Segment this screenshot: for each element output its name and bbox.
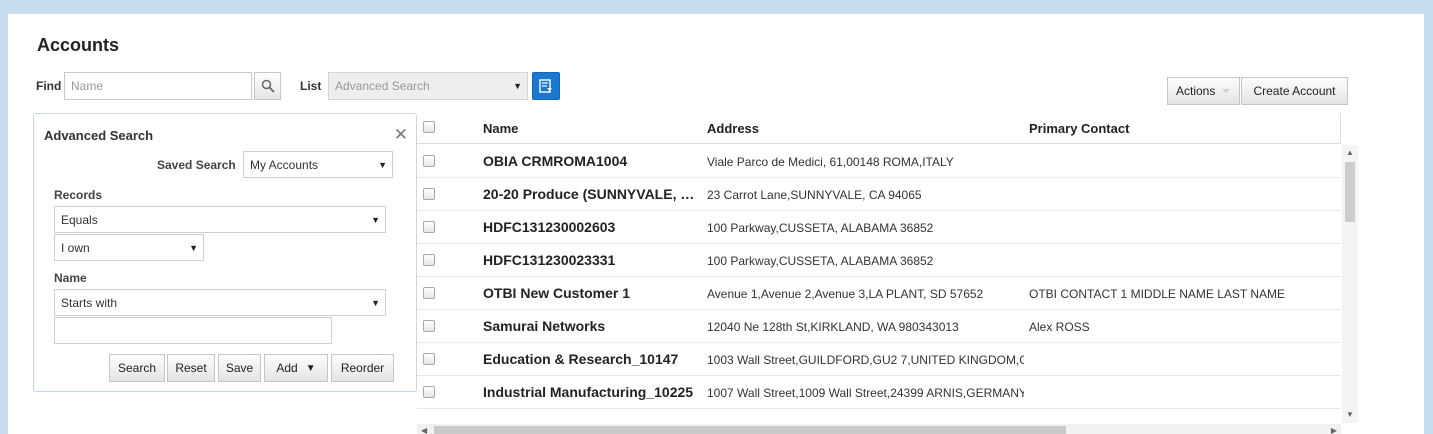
account-address: 12040 Ne 128th St,KIRKLAND, WA 980343013 [707, 320, 959, 334]
table-row[interactable]: Education & Research_10147 1003 Wall Str… [417, 343, 1341, 376]
find-input[interactable] [64, 72, 252, 100]
search-submit-button[interactable]: Search [109, 354, 165, 382]
actions-menu-button[interactable]: Actions [1167, 77, 1240, 105]
saved-search-select[interactable]: My Accounts ▼ [243, 151, 393, 178]
records-operator-select[interactable]: Equals ▼ [54, 206, 386, 233]
row-checkbox[interactable] [423, 221, 435, 233]
table-row[interactable]: Industrial Manufacturing_10225 1007 Wall… [417, 376, 1341, 409]
records-operator-value: Equals [61, 212, 98, 227]
advanced-search-panel: Advanced Search ✕ Saved Search My Accoun… [33, 113, 417, 392]
find-label: Find [36, 79, 62, 93]
actions-label: Actions [1176, 84, 1216, 98]
vertical-scrollbar[interactable]: ▲ ▼ [1342, 145, 1358, 423]
table-row[interactable]: HDFC131230023331 100 Parkway,CUSSETA, AL… [417, 244, 1341, 277]
accounts-table: Name Address Primary Contact OBIA CRMROM… [417, 113, 1341, 424]
scroll-left-icon[interactable]: ◀ [421, 427, 427, 434]
advanced-search-title: Advanced Search [44, 128, 154, 143]
records-label: Records [54, 188, 103, 202]
scroll-down-icon[interactable]: ▼ [1346, 411, 1354, 419]
dropdown-arrow-icon: ▼ [378, 160, 387, 170]
records-value: I own [61, 240, 90, 255]
reorder-button[interactable]: Reorder [331, 354, 394, 382]
account-address: 23 Carrot Lane,SUNNYVALE, CA 94065 [707, 188, 922, 202]
account-name-link[interactable]: 20-20 Produce (SUNNYVALE, CA) [483, 186, 698, 202]
row-checkbox[interactable] [423, 287, 435, 299]
create-account-button[interactable]: Create Account [1241, 77, 1348, 105]
table-row[interactable]: OBIA CRMROMA1004 Viale Parco de Medici, … [417, 145, 1341, 178]
account-name-link[interactable]: OTBI New Customer 1 [483, 285, 698, 301]
advanced-search-button[interactable] [532, 72, 560, 100]
horizontal-scroll-thumb[interactable] [434, 426, 1066, 434]
table-row[interactable]: 20-20 Produce (SUNNYVALE, CA) 23 Carrot … [417, 178, 1341, 211]
column-header-address[interactable]: Address [707, 121, 759, 136]
reset-button[interactable]: Reset [167, 354, 215, 382]
row-checkbox[interactable] [423, 320, 435, 332]
column-header-primary-contact[interactable]: Primary Contact [1029, 121, 1129, 136]
scroll-right-icon[interactable]: ▶ [1331, 427, 1337, 434]
chevron-down-icon [1222, 89, 1230, 93]
close-icon[interactable]: ✕ [394, 126, 408, 143]
table-row[interactable]: HDFC131230002603 100 Parkway,CUSSETA, AL… [417, 211, 1341, 244]
account-name-link[interactable]: HDFC131230002603 [483, 219, 698, 235]
advanced-search-icon [539, 79, 552, 93]
add-label: Add [276, 361, 298, 375]
account-address: Viale Parco de Medici, 61,00148 ROMA,ITA… [707, 155, 954, 169]
search-icon [261, 79, 275, 93]
scroll-up-icon[interactable]: ▲ [1346, 149, 1354, 157]
list-select[interactable]: Advanced Search ▼ [328, 72, 528, 100]
name-operator-select[interactable]: Starts with ▼ [54, 289, 386, 316]
row-checkbox[interactable] [423, 254, 435, 266]
saved-search-label: Saved Search [157, 158, 236, 172]
search-button[interactable] [254, 72, 281, 100]
table-row[interactable]: Samurai Networks 12040 Ne 128th St,KIRKL… [417, 310, 1341, 343]
name-label: Name [54, 271, 87, 285]
dropdown-arrow-icon: ▼ [371, 298, 380, 308]
account-address: 100 Parkway,CUSSETA, ALABAMA 36852 [707, 221, 934, 235]
add-button[interactable]: Add ▼ [264, 354, 328, 382]
select-all-checkbox[interactable] [423, 121, 435, 133]
account-address: Avenue 1,Avenue 2,Avenue 3,LA PLANT, SD … [707, 287, 984, 301]
dropdown-arrow-icon: ▼ [305, 362, 316, 374]
accounts-panel: Accounts Find List Advanced Search ▼ Act… [8, 14, 1424, 434]
header-divider [1340, 113, 1341, 144]
list-label: List [300, 79, 322, 93]
page-title: Accounts [37, 35, 120, 55]
name-operator-value: Starts with [61, 295, 118, 310]
account-address: 1007 Wall Street,1009 Wall Street,24399 … [707, 386, 1024, 400]
vertical-scroll-thumb[interactable] [1345, 162, 1355, 222]
account-address: 100 Parkway,CUSSETA, ALABAMA 36852 [707, 254, 934, 268]
list-select-value: Advanced Search [335, 79, 430, 93]
account-name-link[interactable]: HDFC131230023331 [483, 252, 698, 268]
account-primary-contact: OTBI CONTACT 1 MIDDLE NAME LAST NAME [1029, 287, 1286, 301]
account-name-link[interactable]: OBIA CRMROMA1004 [483, 153, 698, 169]
horizontal-scrollbar[interactable]: ◀ ▶ [417, 424, 1341, 434]
saved-search-value: My Accounts [250, 157, 319, 172]
table-row[interactable]: OTBI New Customer 1 Avenue 1,Avenue 2,Av… [417, 277, 1341, 310]
save-button[interactable]: Save [218, 354, 261, 382]
records-value-select[interactable]: I own ▼ [54, 234, 204, 261]
row-checkbox[interactable] [423, 353, 435, 365]
account-name-link[interactable]: Education & Research_10147 [483, 351, 698, 367]
account-address: 1003 Wall Street,GUILDFORD,GU2 7,UNITED … [707, 353, 1024, 367]
account-name-link[interactable]: Industrial Manufacturing_10225 [483, 384, 698, 400]
name-value-input[interactable] [54, 317, 332, 344]
dropdown-arrow-icon: ▼ [371, 215, 380, 225]
dropdown-arrow-icon: ▼ [513, 81, 522, 91]
row-checkbox[interactable] [423, 386, 435, 398]
account-primary-contact: Alex ROSS [1029, 320, 1090, 334]
column-header-name[interactable]: Name [483, 121, 518, 136]
dropdown-arrow-icon: ▼ [189, 243, 198, 253]
row-checkbox[interactable] [423, 155, 435, 167]
row-checkbox[interactable] [423, 188, 435, 200]
account-name-link[interactable]: Samurai Networks [483, 318, 698, 334]
table-header: Name Address Primary Contact [417, 113, 1341, 144]
